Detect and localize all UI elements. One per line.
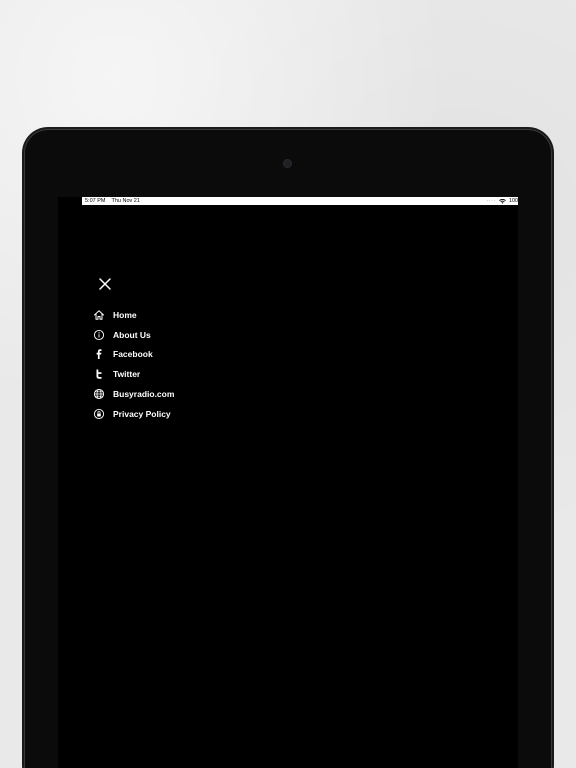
status-date: Thu Nov 21 [111, 198, 140, 204]
status-bar: 5:07 PM Thu Nov 21 ···· 100% [82, 197, 518, 205]
globe-icon [92, 387, 106, 401]
twitter-icon [92, 367, 106, 381]
signal-dots-icon: ···· [486, 198, 496, 204]
menu-item-facebook[interactable]: Facebook [92, 345, 174, 365]
facebook-icon [92, 347, 106, 361]
privacy-icon [92, 407, 106, 421]
menu-label-facebook: Facebook [113, 349, 153, 360]
battery-percent: 100% [508, 198, 518, 204]
wifi-icon [499, 198, 506, 204]
nav-menu: Home About Us Facebook Twitter Busyradio… [92, 305, 174, 424]
menu-item-busyradio[interactable]: Busyradio.com [92, 384, 174, 404]
menu-item-privacy-policy[interactable]: Privacy Policy [92, 404, 174, 424]
menu-item-twitter[interactable]: Twitter [92, 364, 174, 384]
menu-label-busyradio: Busyradio.com [113, 389, 175, 400]
menu-item-home[interactable]: Home [92, 305, 174, 325]
tablet-device: 5:07 PM Thu Nov 21 ···· 100% [24, 129, 552, 768]
menu-label-home: Home [113, 309, 137, 320]
app-screen: 5:07 PM Thu Nov 21 ···· 100% [58, 197, 518, 768]
info-icon [92, 328, 106, 342]
home-icon [92, 308, 106, 322]
menu-label-about-us: About Us [113, 329, 151, 340]
menu-item-about-us[interactable]: About Us [92, 325, 174, 345]
menu-label-twitter: Twitter [113, 369, 141, 380]
menu-label-privacy-policy: Privacy Policy [113, 408, 171, 419]
camera-icon [284, 160, 291, 167]
close-icon[interactable] [98, 277, 112, 291]
status-time: 5:07 PM [85, 198, 106, 204]
